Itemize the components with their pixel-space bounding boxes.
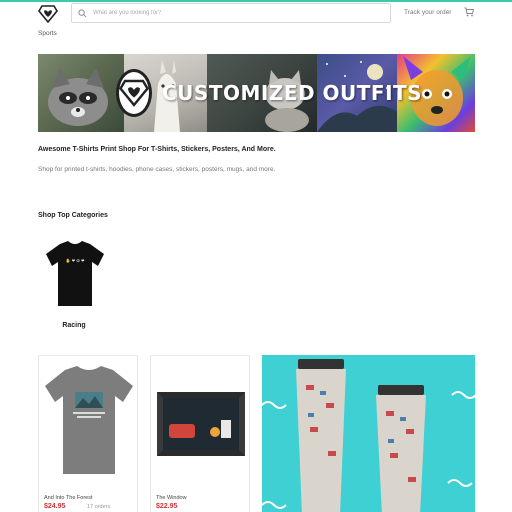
svg-text:✋ ❤ ☮ ❤: ✋ ❤ ☮ ❤ bbox=[65, 258, 85, 263]
top-accent-bar bbox=[0, 0, 512, 2]
categories-heading: Shop Top Categories bbox=[38, 212, 108, 219]
category-label[interactable]: Racing bbox=[38, 322, 110, 329]
search-icon[interactable] bbox=[78, 8, 87, 18]
product-card[interactable]: The Window $22.95 bbox=[150, 355, 250, 512]
hero-banner[interactable]: CUSTOMIZED OUTFITS bbox=[38, 54, 475, 132]
banner-panel-raccoon bbox=[38, 54, 124, 132]
search-input[interactable] bbox=[93, 10, 373, 16]
banner-overlay: CUSTOMIZED OUTFITS bbox=[116, 68, 422, 118]
product-price: $24.95 bbox=[44, 503, 66, 510]
diamond-heart-logo-icon[interactable] bbox=[38, 5, 58, 23]
product-price: $22.95 bbox=[156, 503, 178, 510]
product-image[interactable] bbox=[262, 355, 475, 512]
category-tshirt-image[interactable]: ✋ ❤ ☮ ❤ bbox=[42, 238, 108, 308]
cart-icon[interactable] bbox=[464, 7, 474, 17]
product-card-tumblers[interactable] bbox=[262, 355, 475, 512]
product-title[interactable]: The Window bbox=[156, 495, 187, 501]
intro-title: Awesome T-Shirts Print Shop For T-Shirts… bbox=[38, 146, 276, 153]
track-order-link[interactable]: Track your order bbox=[404, 9, 451, 16]
nav-item-sports[interactable]: Sports bbox=[38, 30, 57, 37]
banner-title: CUSTOMIZED OUTFITS bbox=[162, 81, 423, 105]
diamond-heart-logo-icon bbox=[116, 69, 152, 117]
search-bar[interactable] bbox=[71, 3, 391, 23]
product-image[interactable] bbox=[155, 362, 247, 482]
product-image[interactable] bbox=[43, 362, 135, 482]
product-orders: 17 orders bbox=[87, 504, 111, 510]
category-card-racing[interactable]: ✋ ❤ ☮ ❤ Racing bbox=[38, 234, 110, 334]
product-card[interactable]: And Into The Forest $24.95 17 orders bbox=[38, 355, 138, 512]
intro-subtitle: Shop for printed t-shirts, hoodies, phon… bbox=[38, 166, 276, 173]
product-title[interactable]: And Into The Forest bbox=[44, 495, 93, 501]
